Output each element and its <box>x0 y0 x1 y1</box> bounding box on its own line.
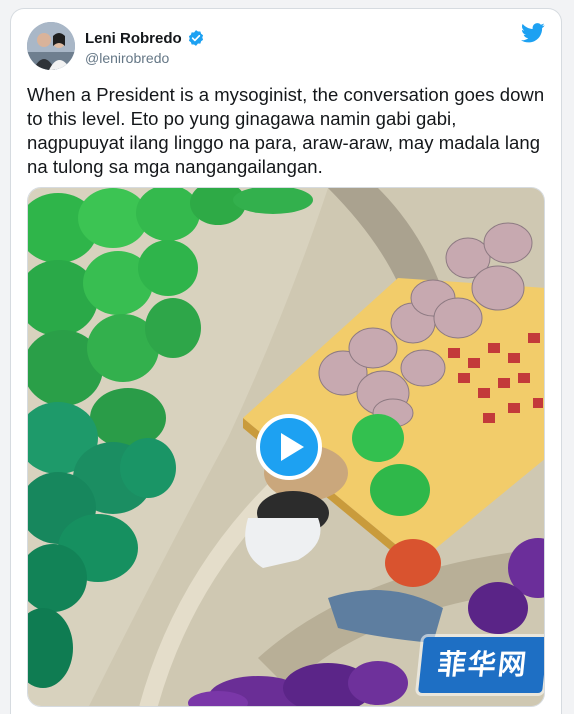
avatar[interactable] <box>27 22 75 70</box>
tweet-text: When a President is a mysoginist, the co… <box>27 84 545 177</box>
play-button[interactable] <box>256 414 322 480</box>
tweet-card: Leni Robredo @lenirobredo When a Preside… <box>10 8 562 714</box>
author-row: Leni Robredo <box>85 29 205 47</box>
video-player[interactable]: 菲华网 <box>27 187 545 707</box>
watermark-logo: 菲华网 <box>418 637 544 693</box>
author-handle[interactable]: @lenirobredo <box>85 50 169 66</box>
twitter-bird-icon[interactable] <box>521 23 545 43</box>
verified-badge-icon <box>188 30 203 46</box>
author-name[interactable]: Leni Robredo <box>85 30 182 47</box>
play-icon <box>281 433 304 461</box>
